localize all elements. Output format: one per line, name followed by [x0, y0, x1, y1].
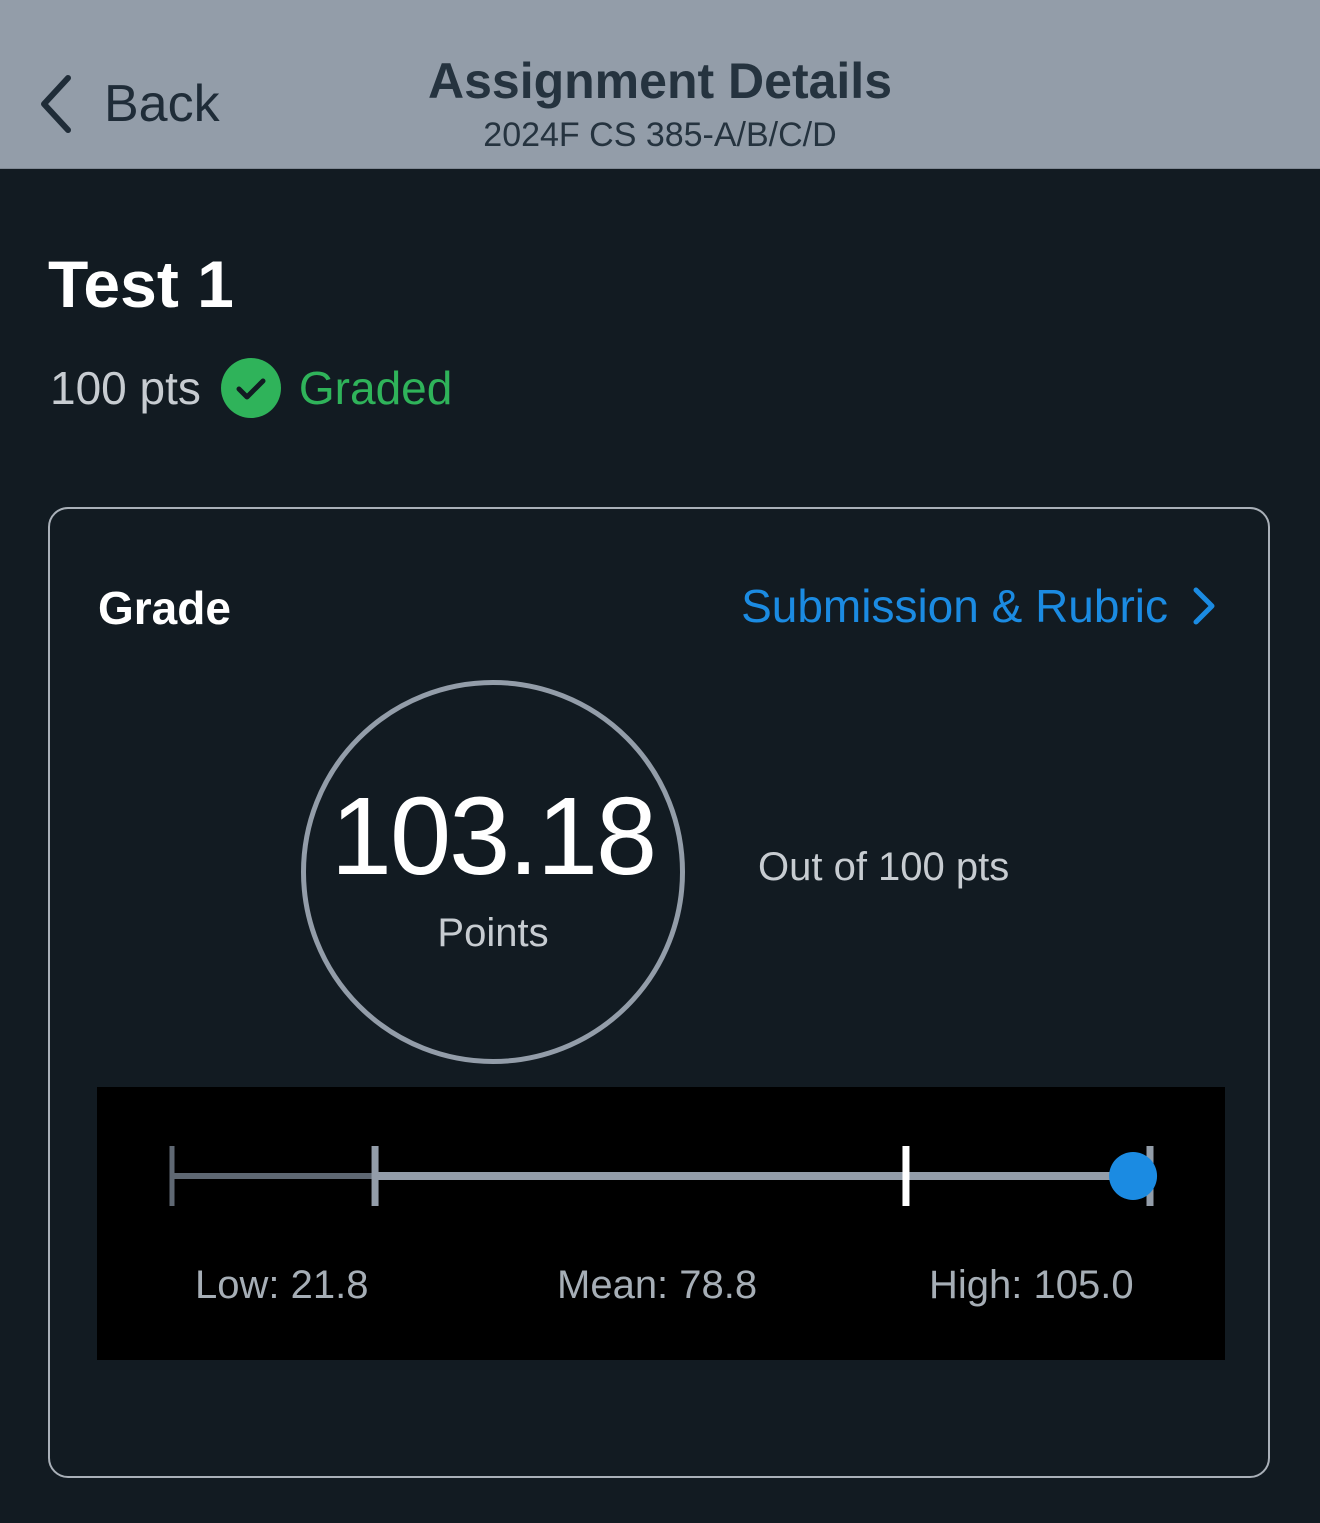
student-score-marker	[1109, 1152, 1158, 1200]
submission-rubric-link[interactable]: Submission & Rubric	[741, 579, 1218, 633]
mean-stat: Mean: 78.8	[557, 1263, 758, 1307]
score-value: 103.18	[330, 775, 657, 898]
out-of-label: Out of 100 pts	[758, 845, 1010, 889]
score-circle: 103.18 Points	[301, 680, 685, 1064]
assignment-meta: 100 pts Graded	[50, 356, 452, 420]
check-circle-icon	[220, 358, 281, 418]
page-title: Assignment Details	[427, 53, 892, 109]
submission-rubric-label: Submission & Rubric	[741, 580, 1168, 632]
distribution-bar	[169, 1146, 1158, 1206]
score-distribution: Low: 21.8 Mean: 78.8 High: 105.0	[97, 1087, 1225, 1360]
assignment-title: Test 1	[48, 247, 234, 321]
low-stat: Low: 21.8	[195, 1263, 369, 1307]
chevron-right-icon	[1193, 587, 1215, 625]
nav-bar: Back Assignment Details 2024F CS 385-A/B…	[0, 0, 1320, 169]
points-possible: 100 pts	[50, 362, 201, 414]
status-badge: Graded	[298, 362, 453, 414]
high-stat: High: 105.0	[929, 1263, 1134, 1307]
course-subtitle: 2024F CS 385-A/B/C/D	[483, 116, 837, 154]
grade-card: Grade Submission & Rubric 103.18 Points …	[48, 507, 1270, 1478]
score-unit: Points	[437, 911, 549, 955]
grade-label: Grade	[98, 582, 231, 634]
